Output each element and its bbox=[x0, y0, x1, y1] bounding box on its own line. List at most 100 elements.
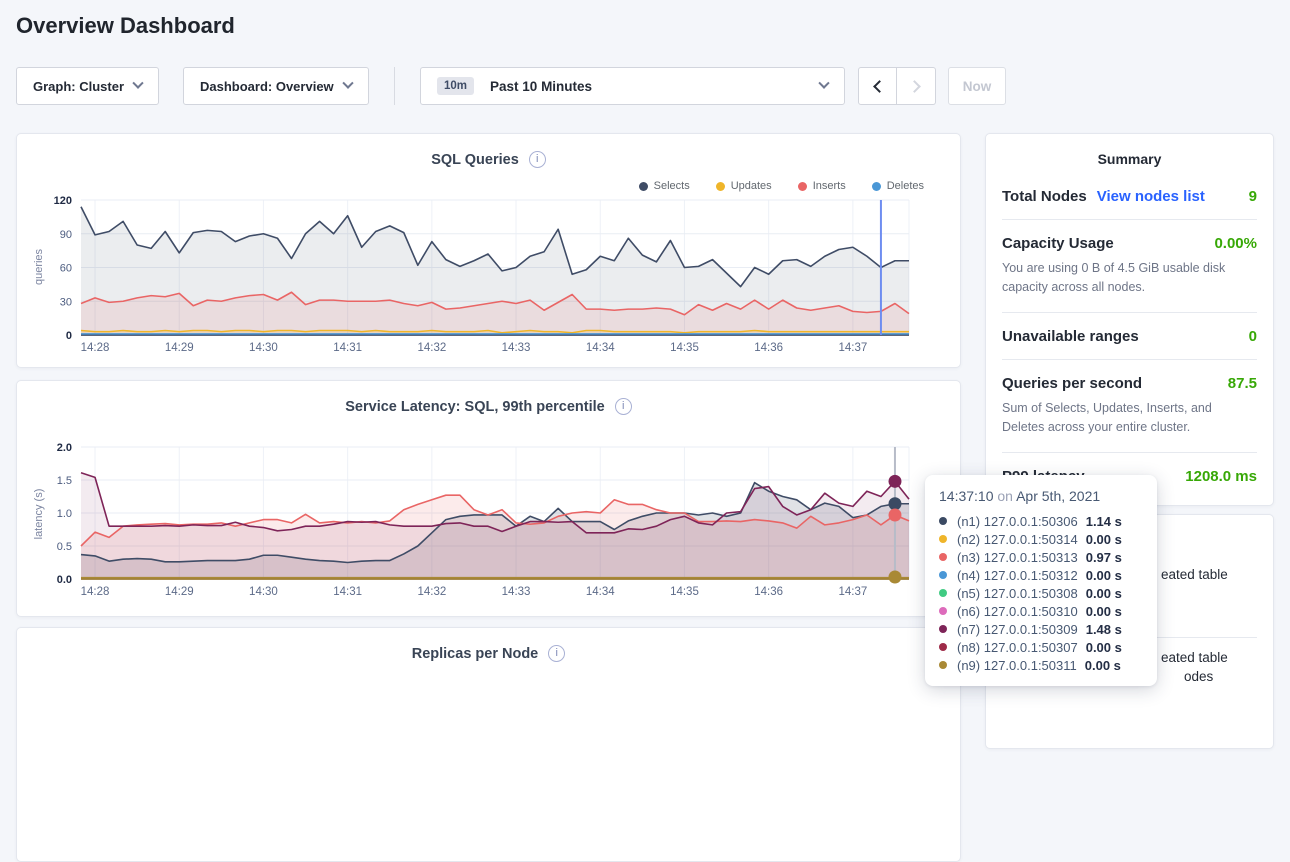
summary-label: Unavailable ranges bbox=[1002, 328, 1139, 345]
node-color-dot-icon bbox=[939, 535, 947, 543]
chevron-right-icon bbox=[908, 80, 921, 93]
summary-description: You are using 0 B of 4.5 GiB usable disk… bbox=[1002, 259, 1257, 298]
summary-title: Summary bbox=[1002, 134, 1257, 173]
summary-row: Capacity Usage0.00%You are using 0 B of … bbox=[1002, 220, 1257, 312]
graph-dropdown[interactable]: Graph: Cluster bbox=[16, 67, 159, 105]
info-icon[interactable]: i bbox=[529, 151, 546, 168]
svg-text:0.5: 0.5 bbox=[57, 541, 72, 553]
tooltip-date-connector: on bbox=[997, 488, 1013, 504]
tooltip-node-address: (n3) 127.0.0.1:50313 bbox=[957, 550, 1078, 565]
svg-text:14:35: 14:35 bbox=[670, 342, 699, 354]
time-range-selector[interactable]: 10m Past 10 Minutes bbox=[420, 67, 845, 105]
node-color-dot-icon bbox=[939, 643, 947, 651]
tooltip-node-value: 1.48 s bbox=[1086, 622, 1122, 637]
chart-title: SQL Queries bbox=[431, 152, 519, 168]
svg-text:14:37: 14:37 bbox=[838, 342, 867, 354]
event-text-fragment: eated table bbox=[1161, 567, 1228, 582]
tooltip-node-address: (n6) 127.0.0.1:50310 bbox=[957, 604, 1078, 619]
svg-text:14:29: 14:29 bbox=[165, 586, 194, 598]
svg-text:2.0: 2.0 bbox=[57, 442, 72, 454]
tooltip-node-value: 1.14 s bbox=[1086, 514, 1122, 529]
summary-value: 1208.0 ms bbox=[1185, 468, 1257, 485]
now-button[interactable]: Now bbox=[948, 67, 1006, 105]
tooltip-rows: (n1) 127.0.0.1:503061.14 s(n2) 127.0.0.1… bbox=[939, 512, 1143, 674]
svg-text:14:33: 14:33 bbox=[502, 586, 531, 598]
toolbar-divider bbox=[394, 67, 395, 105]
charts-column: SQL Queries i SelectsUpdatesInsertsDelet… bbox=[16, 133, 961, 862]
svg-text:0: 0 bbox=[66, 330, 72, 342]
tooltip-node-address: (n8) 127.0.0.1:50307 bbox=[957, 640, 1078, 655]
tooltip-node-value: 0.00 s bbox=[1086, 640, 1122, 655]
summary-label: Total Nodes bbox=[1002, 188, 1087, 205]
tooltip-row: (n8) 127.0.0.1:50307 0.00 s bbox=[939, 638, 1143, 656]
tooltip-node-value: 0.97 s bbox=[1086, 550, 1122, 565]
svg-text:14:28: 14:28 bbox=[81, 342, 110, 354]
node-color-dot-icon bbox=[939, 661, 947, 669]
time-forward-button[interactable] bbox=[897, 67, 936, 105]
chart-tooltip: 14:37:10 on Apr 5th, 2021 (n1) 127.0.0.1… bbox=[925, 475, 1157, 686]
chevron-down-icon bbox=[132, 78, 143, 89]
tooltip-node-value: 0.00 s bbox=[1086, 532, 1122, 547]
svg-text:14:34: 14:34 bbox=[586, 342, 615, 354]
tooltip-row: (n9) 127.0.0.1:503110.00 s bbox=[939, 656, 1143, 674]
tooltip-row: (n2) 127.0.0.1:50314 0.00 s bbox=[939, 530, 1143, 548]
svg-text:14:30: 14:30 bbox=[249, 342, 278, 354]
svg-text:90: 90 bbox=[60, 229, 72, 241]
page-title: Overview Dashboard bbox=[0, 0, 1290, 39]
node-color-dot-icon bbox=[939, 517, 947, 525]
summary-label: Capacity Usage bbox=[1002, 235, 1114, 252]
service-latency-panel: Service Latency: SQL, 99th percentile i … bbox=[16, 380, 961, 617]
summary-rows: Total Nodes View nodes list 9 Capacity Usag… bbox=[1002, 173, 1257, 499]
tooltip-row: (n5) 127.0.0.1:503080.00 s bbox=[939, 584, 1143, 602]
tooltip-node-value: 0.00 s bbox=[1086, 568, 1122, 583]
sql-queries-panel: SQL Queries i SelectsUpdatesInsertsDelet… bbox=[16, 133, 961, 368]
chevron-down-icon bbox=[342, 78, 353, 89]
tooltip-row: (n3) 127.0.0.1:50313 0.97 s bbox=[939, 548, 1143, 566]
svg-text:30: 30 bbox=[60, 296, 72, 308]
chart-title: Replicas per Node bbox=[412, 646, 539, 662]
node-color-dot-icon bbox=[939, 571, 947, 579]
summary-row: Queries per second87.5Sum of Selects, Up… bbox=[1002, 360, 1257, 452]
node-color-dot-icon bbox=[939, 553, 947, 561]
tooltip-time: 14:37:10 bbox=[939, 488, 994, 504]
sql-queries-chart[interactable]: 14:2814:2914:3014:3114:3214:3314:3414:35… bbox=[17, 190, 947, 370]
info-icon[interactable]: i bbox=[615, 398, 632, 415]
svg-text:14:32: 14:32 bbox=[417, 342, 446, 354]
svg-text:14:35: 14:35 bbox=[670, 586, 699, 598]
view-nodes-list-link[interactable]: View nodes list bbox=[1097, 188, 1205, 205]
summary-value: 9 bbox=[1249, 188, 1257, 205]
service-latency-chart[interactable]: 14:2814:2914:3014:3114:3214:3314:3414:35… bbox=[17, 437, 947, 617]
tooltip-node-address: (n1) 127.0.0.1:50306 bbox=[957, 514, 1078, 529]
summary-card: Summary Total Nodes View nodes list 9 Capac… bbox=[985, 133, 1274, 506]
tooltip-row: (n1) 127.0.0.1:50306 1.14 s bbox=[939, 512, 1143, 530]
summary-label: Queries per second bbox=[1002, 375, 1142, 392]
dashboard-dropdown[interactable]: Dashboard: Overview bbox=[183, 67, 369, 105]
info-icon[interactable]: i bbox=[548, 645, 565, 662]
summary-value: 87.5 bbox=[1228, 375, 1257, 392]
tooltip-node-value: 0.00 s bbox=[1085, 658, 1121, 673]
tooltip-node-value: 0.00 s bbox=[1086, 586, 1122, 601]
time-nav-group bbox=[858, 67, 936, 105]
time-back-button[interactable] bbox=[858, 67, 897, 105]
event-text-fragment: odes bbox=[1184, 669, 1213, 684]
summary-value: 0 bbox=[1249, 328, 1257, 345]
svg-text:0.0: 0.0 bbox=[57, 574, 72, 586]
svg-text:1.5: 1.5 bbox=[57, 475, 72, 487]
panel-title-row: SQL Queries i bbox=[17, 134, 960, 168]
event-text-fragment: eated table bbox=[1161, 650, 1228, 665]
tooltip-row: (n6) 127.0.0.1:503100.00 s bbox=[939, 602, 1143, 620]
time-range-badge: 10m bbox=[437, 77, 474, 95]
chevron-down-icon bbox=[818, 78, 829, 89]
tooltip-row: (n4) 127.0.0.1:50312 0.00 s bbox=[939, 566, 1143, 584]
summary-row: Total Nodes View nodes list 9 bbox=[1002, 173, 1257, 219]
summary-row: Unavailable ranges 0 bbox=[1002, 313, 1257, 359]
svg-text:14:36: 14:36 bbox=[754, 586, 783, 598]
tooltip-node-address: (n2) 127.0.0.1:50314 bbox=[957, 532, 1078, 547]
tooltip-header: 14:37:10 on Apr 5th, 2021 bbox=[939, 488, 1143, 504]
svg-text:14:30: 14:30 bbox=[249, 586, 278, 598]
tooltip-node-address: (n4) 127.0.0.1:50312 bbox=[957, 568, 1078, 583]
svg-text:14:28: 14:28 bbox=[81, 586, 110, 598]
toolbar: Graph: Cluster Dashboard: Overview 10m P… bbox=[16, 67, 1274, 105]
chart-title: Service Latency: SQL, 99th percentile bbox=[345, 399, 605, 415]
svg-text:14:37: 14:37 bbox=[838, 586, 867, 598]
